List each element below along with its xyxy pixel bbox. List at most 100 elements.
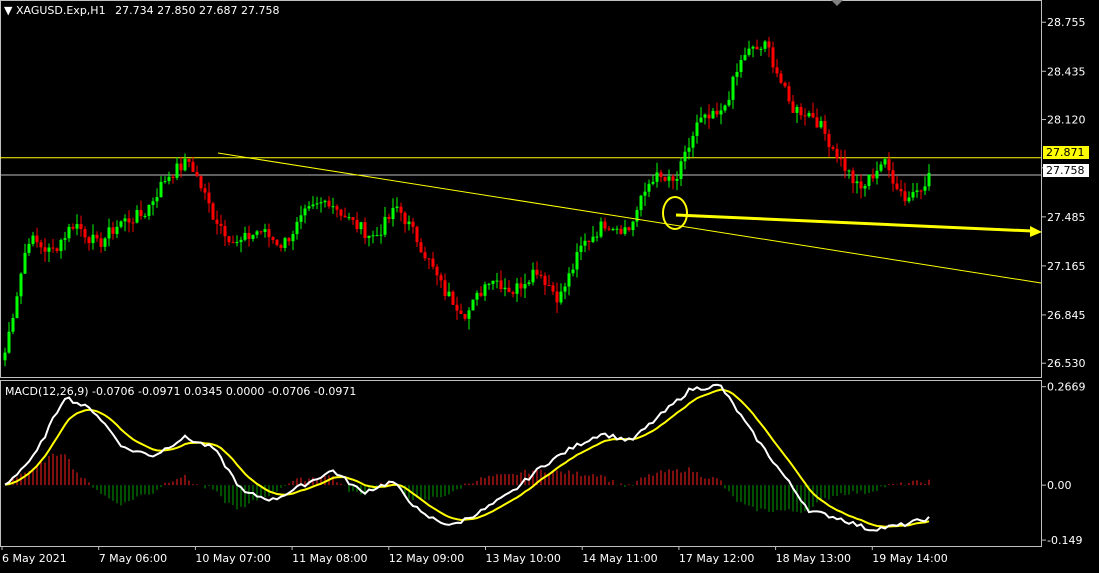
chart-canvas[interactable]: 28.75528.43528.12027.80527.48527.16526.8… [0,0,1099,569]
candle-body [219,223,223,226]
chart-window[interactable]: 28.75528.43528.12027.80527.48527.16526.8… [0,0,1099,569]
candle-body [343,215,347,218]
candle-body [903,191,907,202]
candle-body [279,245,283,249]
candle-body [615,228,619,230]
candle-body [51,247,55,249]
candle-body [371,235,375,237]
candle-body [455,304,459,311]
candle-body [383,216,387,235]
arrow-head-icon [1030,226,1042,237]
candle-body [891,170,895,184]
candle-body [103,238,107,247]
candle-body [895,183,899,190]
macd-axis-label: 0.00 [1047,479,1072,492]
candle-body [663,177,667,181]
candle-body [183,158,187,171]
candle-body [439,275,443,281]
candle-body [71,226,75,229]
candle-body [731,76,735,100]
candle-body [763,41,767,49]
candle-body [203,188,207,193]
candle-body [311,204,315,207]
candle-body [259,231,263,233]
candle-body [899,189,903,192]
candle-body [291,234,295,242]
candle-body [179,163,183,171]
candle-body [847,170,851,172]
candle-body [863,185,867,189]
candle-body [703,114,707,118]
candle-body [775,67,779,74]
candle-body [191,161,195,172]
candle-body [227,236,231,243]
candle-body [431,258,435,267]
candle-body [551,285,555,292]
candle-body [323,200,327,203]
candle-body [695,122,699,136]
candle-body [671,176,675,181]
candle-body [587,240,591,242]
candle-body [43,247,47,252]
candle-body [139,210,143,217]
macd-signal-line [4,388,930,528]
candle-body [923,186,927,191]
candle-body [375,235,379,237]
scroll-marker-icon [831,0,843,6]
candle-body [119,221,123,227]
current-price-tag: 27.758 [1043,164,1089,177]
macd-main-line [4,383,930,532]
candle-body [531,269,535,283]
price-axis-label: 28.435 [1047,65,1086,78]
candle-body [195,171,199,177]
candle-body [635,210,639,222]
candle-body [131,222,135,224]
candle-body [315,203,319,205]
candle-body [479,292,483,296]
time-axis-label: 7 May 06:00 [99,552,167,565]
candle-body [463,313,467,319]
candle-body [567,273,571,287]
candle-body [359,222,363,230]
candle-body [811,113,815,118]
candle-body [599,221,603,237]
symbol-label: XAGUSD.Exp,H1 [15,4,106,17]
collapse-triangle-icon[interactable]: ▼ [4,4,12,17]
time-axis-label: 13 May 10:00 [486,552,561,565]
candle-body [927,172,931,187]
candle-body [447,291,451,296]
candle-body [327,200,331,207]
candle-body [3,352,7,361]
candle-body [167,176,171,182]
candle-body [507,287,511,293]
candle-body [267,229,271,238]
candle-body [31,235,35,244]
candle-body [255,231,259,235]
time-axis-label: 10 May 07:00 [195,552,270,565]
candle-body [815,117,819,128]
yellow-level-price-tag: 27.871 [1043,146,1089,159]
candle-body [503,287,507,290]
candle-body [619,228,623,234]
macd-label: MACD(12,26,9) -0.0706 -0.0971 0.0345 0.0… [5,385,357,398]
candle-body [55,248,59,252]
candle-body [691,135,695,148]
candle-body [467,310,471,319]
candle-body [495,280,499,282]
candle-body [159,181,163,198]
candle-body [851,170,855,184]
candle-body [807,113,811,117]
candle-body [623,227,627,234]
candle-body [699,117,703,123]
candle-body [283,238,287,249]
candle-body [727,99,731,106]
candle-body [783,82,787,87]
candle-body [59,239,63,252]
candle-body [407,221,411,225]
candle-body [143,215,147,217]
candle-body [543,275,547,286]
candle-body [435,266,439,276]
candle-body [451,291,455,305]
symbol-header: ▼ XAGUSD.Exp,H1 27.734 27.850 27.687 27.… [4,4,280,17]
candle-body [523,284,527,289]
